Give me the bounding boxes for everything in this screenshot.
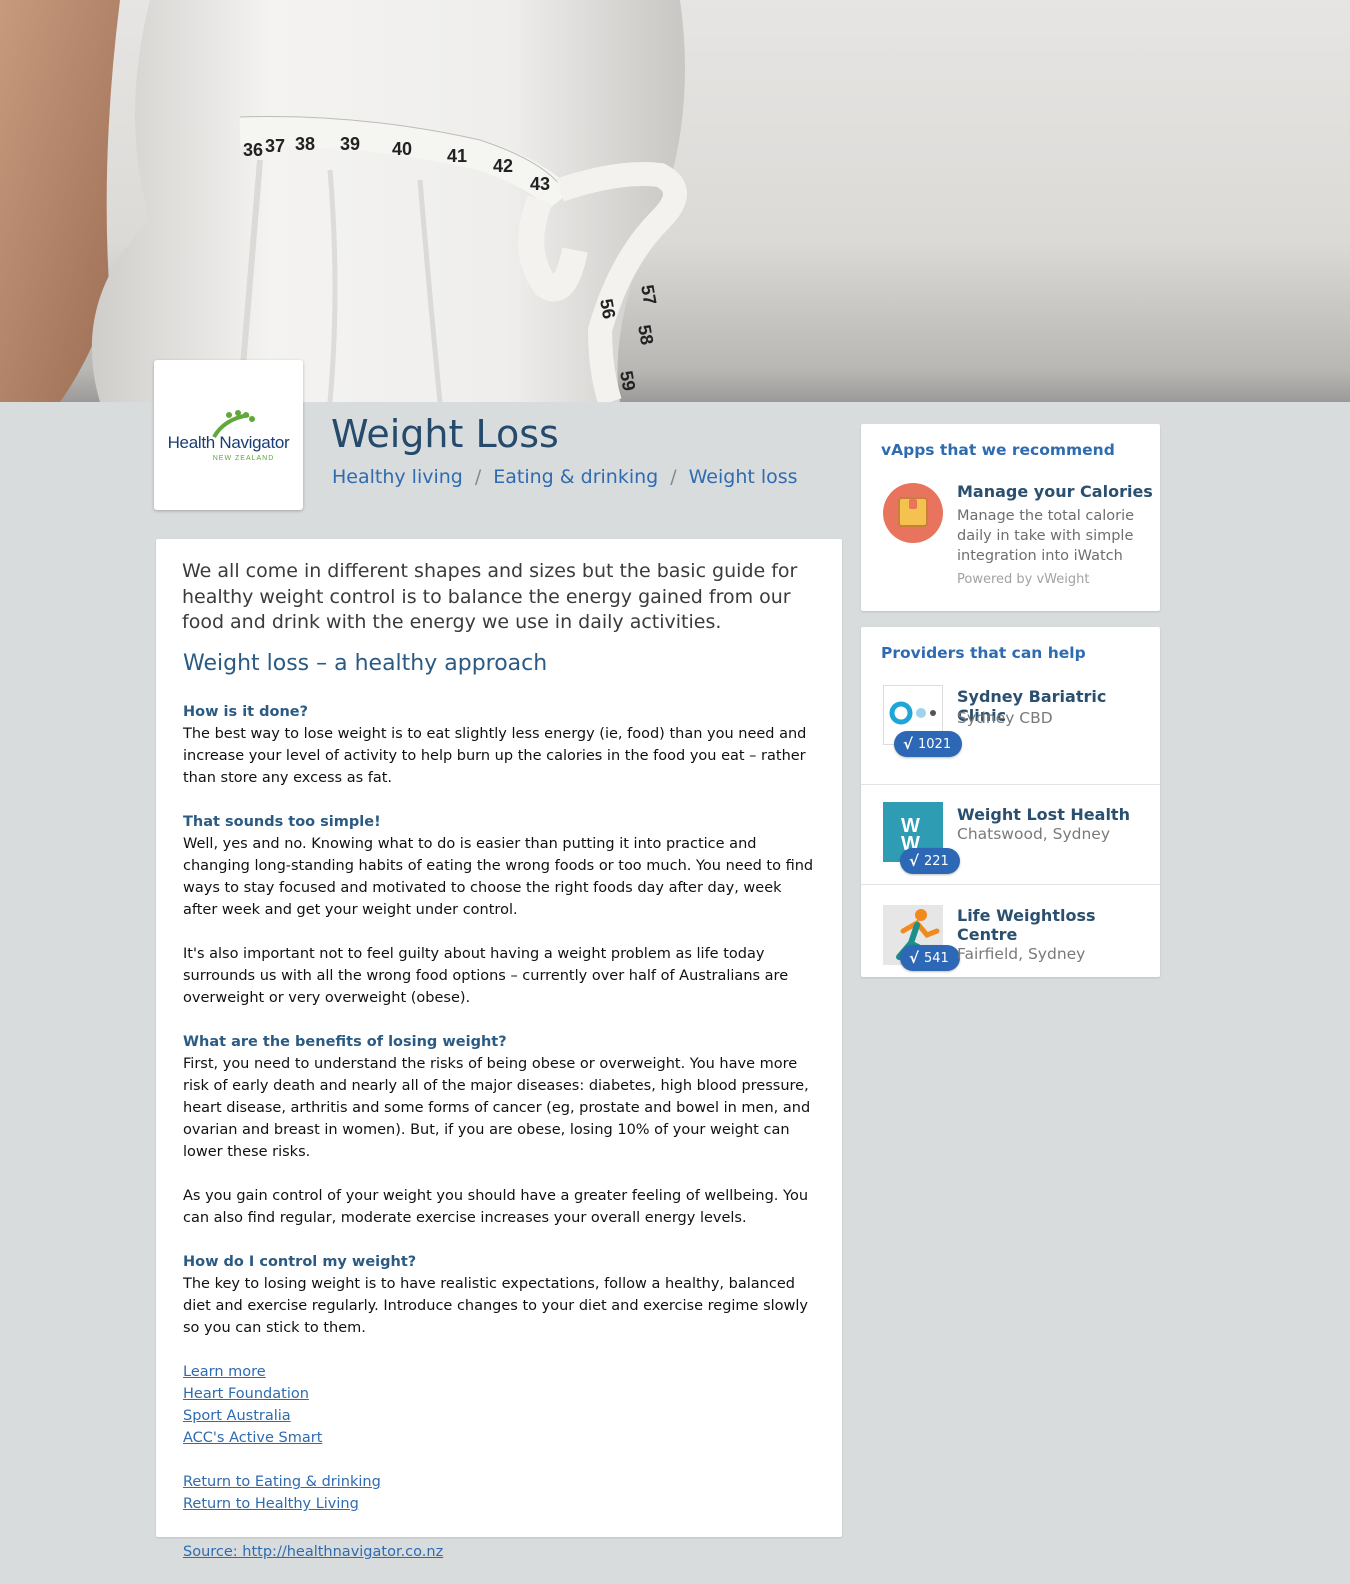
vapp-title[interactable]: Manage your Calories xyxy=(957,482,1153,501)
scale-icon xyxy=(883,483,943,543)
breadcrumb-separator: / xyxy=(474,466,482,488)
vapp-description: Manage the total calorie daily in take w… xyxy=(957,508,1135,564)
article-intro: We all come in different shapes and size… xyxy=(182,560,798,633)
vapps-heading: vApps that we recommend xyxy=(881,441,1115,459)
badge-count: 221 xyxy=(924,853,949,869)
section-text: As you gain control of your weight you s… xyxy=(183,1188,809,1226)
providers-card: Providers that can help √ 1021 Sydney Ba… xyxy=(861,627,1160,977)
check-icon: √ xyxy=(909,852,920,870)
logo-subtext: NEW ZEALAND xyxy=(212,454,275,462)
link-return-healthy-living[interactable]: Return to Healthy Living xyxy=(183,1493,359,1515)
article-section: What are the benefits of losing weight? … xyxy=(183,1031,819,1163)
link-learn-more[interactable]: Learn more xyxy=(183,1361,266,1383)
section-question: How is it done? xyxy=(183,704,309,720)
logo-text: Health Navigator xyxy=(167,432,290,452)
article-body: How is it done? The best way to lose wei… xyxy=(183,701,819,1515)
link-return-eating-drinking[interactable]: Return to Eating & drinking xyxy=(183,1471,381,1493)
tape-number: 57 xyxy=(637,283,660,306)
section-question: That sounds too simple! xyxy=(183,814,381,830)
article-section: How do I control my weight? The key to l… xyxy=(183,1251,819,1339)
section-text: The key to losing weight is to have real… xyxy=(183,1276,809,1336)
site-logo[interactable]: Health Navigator NEW ZEALAND xyxy=(154,360,303,510)
provider-item[interactable]: √ 541 Life Weightloss Centre Fairfield, … xyxy=(861,885,1160,977)
link-sport-australia[interactable]: Sport Australia xyxy=(183,1405,291,1427)
tape-number: 41 xyxy=(447,146,467,166)
provider-item[interactable]: √ 1021 Sydney Bariatric Clinic Sydney CB… xyxy=(861,685,1160,785)
vapps-card: vApps that we recommend Manage your Calo… xyxy=(861,424,1160,611)
breadcrumb-item-eating-drinking[interactable]: Eating & drinking xyxy=(493,466,658,488)
verified-count-badge: √ 541 xyxy=(900,945,960,971)
article-subheading: Weight loss – a healthy approach xyxy=(183,651,548,676)
article-section: It's also important not to feel guilty a… xyxy=(183,943,819,1009)
section-text: The best way to lose weight is to eat sl… xyxy=(183,726,807,786)
article-section: How is it done? The best way to lose wei… xyxy=(183,701,819,789)
provider-name[interactable]: Weight Lost Health xyxy=(957,805,1147,824)
section-question: How do I control my weight? xyxy=(183,1254,417,1270)
link-acc-active-smart[interactable]: ACC's Active Smart xyxy=(183,1427,322,1449)
breadcrumb-item-healthy-living[interactable]: Healthy living xyxy=(332,466,463,488)
tape-number: 38 xyxy=(295,134,315,154)
badge-count: 541 xyxy=(924,950,949,966)
provider-location: Sydney CBD xyxy=(957,709,1053,727)
tape-number: 42 xyxy=(493,156,513,176)
return-links: Return to Eating & drinking Return to He… xyxy=(183,1471,819,1515)
tape-number: 56 xyxy=(596,297,619,320)
hero-illustration: 36 37 38 39 40 41 42 43 56 57 58 59 xyxy=(0,0,687,402)
page-title: Weight Loss xyxy=(331,412,559,456)
tape-number: 59 xyxy=(616,369,639,392)
learn-more-links: Learn more Heart Foundation Sport Austra… xyxy=(183,1361,819,1449)
tape-number: 43 xyxy=(530,174,550,194)
tape-number: 39 xyxy=(340,134,360,154)
check-icon: √ xyxy=(903,735,914,753)
provider-location: Fairfield, Sydney xyxy=(957,945,1086,963)
article-section: That sounds too simple! Well, yes and no… xyxy=(183,811,819,921)
check-icon: √ xyxy=(909,949,920,967)
section-text: It's also important not to feel guilty a… xyxy=(183,946,789,1006)
verified-count-badge: √ 1021 xyxy=(894,731,963,757)
link-heart-foundation[interactable]: Heart Foundation xyxy=(183,1383,309,1405)
tape-number: 37 xyxy=(265,136,285,156)
article-section: As you gain control of your weight you s… xyxy=(183,1185,819,1229)
breadcrumb-item-weight-loss[interactable]: Weight loss xyxy=(689,466,798,488)
section-question: What are the benefits of losing weight? xyxy=(183,1034,507,1050)
hero-image: 36 37 38 39 40 41 42 43 56 57 58 59 xyxy=(0,0,1350,402)
provider-name[interactable]: Life Weightloss Centre xyxy=(957,906,1127,944)
provider-location: Chatswood, Sydney xyxy=(957,825,1111,843)
source-link[interactable]: Source: http://healthnavigator.co.nz xyxy=(183,1544,443,1560)
breadcrumb-separator: / xyxy=(670,466,677,488)
tape-number: 58 xyxy=(634,323,657,346)
tape-number: 36 xyxy=(243,140,263,160)
providers-heading: Providers that can help xyxy=(881,644,1086,662)
provider-item[interactable]: W W √ 221 Weight Lost Health Chatswood, … xyxy=(861,784,1160,885)
vapp-powered-by: Powered by vWeight xyxy=(957,572,1090,587)
tape-number: 40 xyxy=(392,139,412,159)
section-text: Well, yes and no. Knowing what to do is … xyxy=(183,836,814,918)
badge-count: 1021 xyxy=(918,736,952,752)
article-card: We all come in different shapes and size… xyxy=(156,539,842,1537)
breadcrumb: Healthy living / Eating & drinking / Wei… xyxy=(332,466,798,488)
section-text: First, you need to understand the risks … xyxy=(183,1056,811,1160)
verified-count-badge: √ 221 xyxy=(900,848,960,874)
